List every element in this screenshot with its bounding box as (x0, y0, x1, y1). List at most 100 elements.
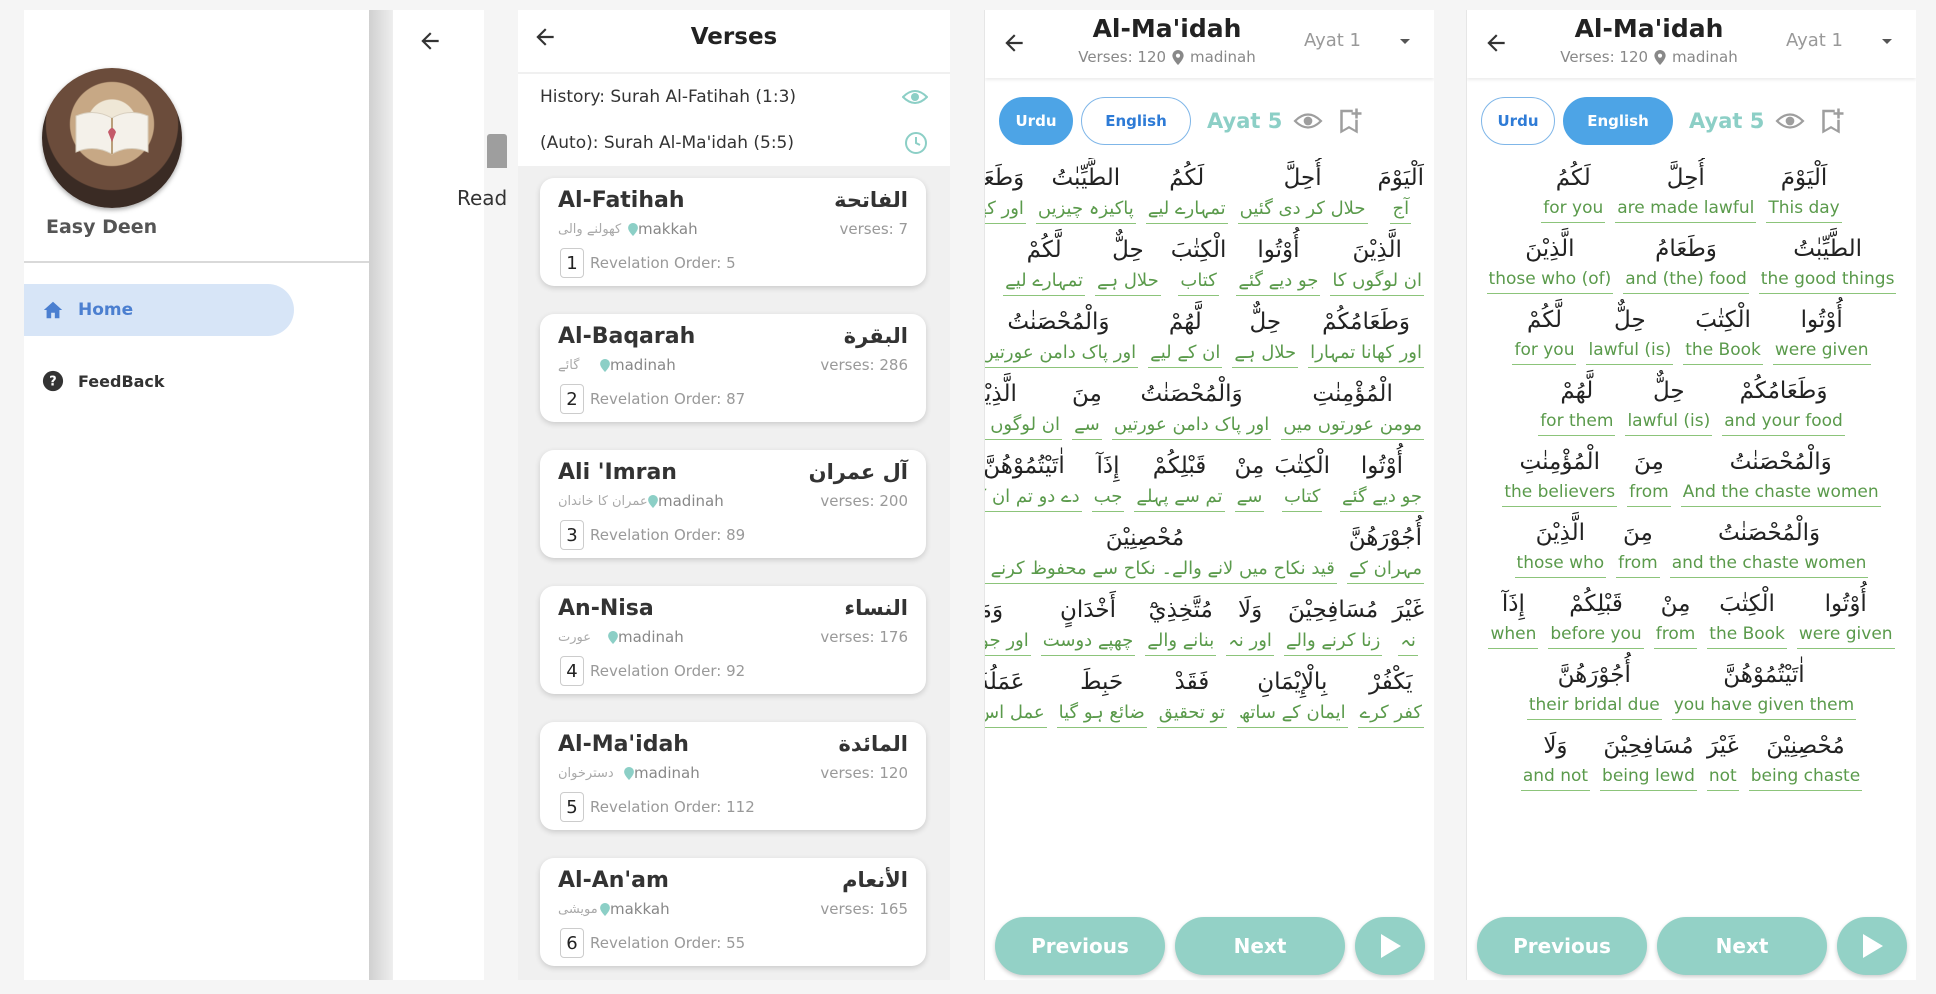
word-pair[interactable]: الْكِتٰبَ کتاب (1274, 446, 1330, 512)
eye-icon[interactable] (902, 85, 928, 109)
word-pair[interactable]: أُجُوْرَهُنَّ مہران کے (1346, 518, 1424, 584)
word-pair[interactable]: قَبْلِكُمْ before you (1548, 584, 1644, 649)
word-pair[interactable]: الَّذِيْنَ ان لوگوں میں سے (985, 374, 1063, 440)
drawer-item-home[interactable]: Home (24, 284, 294, 336)
bookmark-add-icon[interactable] (1334, 106, 1364, 136)
bookmark-add-icon[interactable] (1816, 106, 1846, 136)
word-pair[interactable]: وَطَعَامُكُمْ and your food (1722, 371, 1845, 436)
ayat-dropdown[interactable]: Ayat 1 (1786, 30, 1894, 51)
word-pair[interactable]: الَّذِيْنَ ان لوگوں کا (1330, 230, 1424, 296)
word-pair[interactable]: وَلَا and not (1520, 726, 1591, 791)
arabic-word: فَقَدْ (1174, 669, 1210, 695)
arabic-word: وَالْمُحْصَنٰتُ (1140, 381, 1243, 407)
word-pair[interactable]: حَبِطَ ضائع ہو گیا (1056, 662, 1147, 728)
word-pair[interactable]: يَكْفُرْ کفر کرے (1357, 662, 1424, 728)
ayat-dropdown[interactable]: Ayat 1 (1304, 30, 1412, 51)
word-pair[interactable]: لَّكُمْ تمہارے لیے (1003, 230, 1086, 296)
word-pair[interactable]: لَّهُمْ for them (1538, 371, 1616, 436)
word-pair[interactable]: مُحْصِنِيْنَ قید نکاح میں لانے والے۔ نکاح… (985, 518, 1337, 584)
word-pair[interactable]: وَطَعَامُ and (the) food (1623, 229, 1749, 294)
word-pair[interactable]: إِذَآ جب (1091, 446, 1125, 512)
drawer-item-feedback[interactable]: ? FeedBack (24, 358, 294, 404)
word-pair[interactable]: اَلْيَوْمَ This day (1766, 158, 1842, 223)
word-pair[interactable]: أُوْتُوا were given (1796, 584, 1895, 649)
word-pair[interactable]: أُوْتُوا were given (1772, 300, 1871, 365)
word-pair[interactable]: وَالْمُحْصَنٰتُ And the chaste women (1680, 442, 1881, 507)
urdu-toggle[interactable]: Urdu (999, 97, 1073, 145)
back-arrow-icon[interactable] (1483, 30, 1509, 56)
word-pair[interactable]: لَّكُمْ for you (1512, 300, 1577, 365)
word-pair[interactable]: اَلْيَوْمَ آج (1378, 158, 1424, 224)
word-pair[interactable]: الْكِتٰبَ the Book (1683, 300, 1763, 365)
eye-icon[interactable] (1290, 108, 1326, 134)
word-pair[interactable]: غَيْرَ نہ (1392, 590, 1424, 656)
word-pair[interactable]: وَلَا اور نہ (1226, 590, 1274, 656)
history-row[interactable]: History: Surah Al-Fatihah (1:3) (518, 74, 950, 120)
surah-card[interactable]: Ali 'Imran آل عمران عمران کا خاندان madinah… (540, 450, 926, 558)
word-pair[interactable]: وَالْمُحْصَنٰتُ and the chaste women (1669, 513, 1869, 578)
english-toggle[interactable]: English (1081, 97, 1191, 145)
next-button[interactable]: Next (1657, 917, 1827, 975)
word-pair[interactable]: وَطَعَامُ اور کھانا (985, 158, 1026, 224)
word-pair[interactable]: الْمُؤْمِنٰتِ مومن عورتوں میں (1281, 374, 1424, 440)
english-toggle[interactable]: English (1563, 97, 1673, 145)
word-pair[interactable]: الْمُؤْمِنٰتِ the believers (1502, 442, 1618, 507)
word-pair[interactable]: وَطَعَامُكُمْ اور کھانا تمہارا (1308, 302, 1424, 368)
word-pair[interactable]: غَيْرَ not (1706, 726, 1739, 791)
word-pair[interactable]: مِنْ سے (1235, 446, 1264, 512)
eye-icon[interactable] (1772, 108, 1808, 134)
previous-button[interactable]: Previous (1477, 917, 1647, 975)
word-pair[interactable]: أُوْتُوا جو دیے گئے (1236, 230, 1321, 296)
play-button[interactable] (1355, 917, 1425, 975)
word-pair[interactable]: عَمَلُهٗ عمل اس کا (985, 662, 1047, 728)
word-pair[interactable]: مُسَافِحِيْنَ being lewd (1600, 726, 1697, 791)
auto-history-row[interactable]: (Auto): Surah Al-Ma'idah (5:5) (518, 120, 950, 166)
surah-card[interactable]: Al-An'am الأنعام مویشی makkah verses: 165 6 Re… (540, 858, 926, 966)
clock-icon[interactable] (904, 131, 928, 155)
play-button[interactable] (1837, 917, 1907, 975)
word-pair[interactable]: الْكِتٰبَ the Book (1707, 584, 1787, 649)
word-pair[interactable]: الَّذِيْنَ those who (1514, 513, 1607, 578)
word-pair[interactable]: الطَّيِّبٰتُ the good things (1758, 229, 1897, 294)
word-pair[interactable]: وَالْمُحْصَنٰتُ اور پاک دامن عورتیں (985, 302, 1139, 368)
word-pair[interactable]: لَّهُمْ ان کے لیے (1148, 302, 1223, 368)
word-pair[interactable]: حِلٌّ lawful (is) (1586, 300, 1674, 365)
word-pair[interactable]: مِنَ from (1616, 513, 1660, 578)
word-pair[interactable]: بِالْإِيْمَانِ ایمان کے ساتھ (1236, 662, 1348, 728)
urdu-toggle[interactable]: Urdu (1481, 97, 1555, 145)
word-pair[interactable]: مِنْ from (1653, 584, 1698, 649)
word-pair[interactable]: أُحِلَّ حلال کر دی گئیں (1237, 158, 1368, 224)
surah-card[interactable]: Al-Baqarah البقرة گائے madinah verses: 286 2 R… (540, 314, 926, 422)
word-pair[interactable]: قَبْلِكُمْ تم سے پہلے (1134, 446, 1225, 512)
word-pair[interactable]: وَمَنْ اور جو کوئی (985, 590, 1031, 656)
surah-card[interactable]: Al-Ma'idah المائدة دسترخوان madinah verses: … (540, 722, 926, 830)
word-pair[interactable]: مُسَافِحِيْنَ زنا کرنے والے (1283, 590, 1383, 656)
word-pair[interactable]: مِنَ سے (1072, 374, 1102, 440)
word-pair[interactable]: الطَّيِّبٰتُ پاکیزہ چیزیں (1035, 158, 1136, 224)
word-pair[interactable]: لَكُمُ تمہارے لیے (1145, 158, 1228, 224)
word-pair[interactable]: حِلٌّ lawful (is) (1625, 371, 1713, 436)
word-pair[interactable]: اٰتَيْتُمُوْهُنَّ دے دو تم ان کو (985, 446, 1082, 512)
word-pair[interactable]: أُوْتُوا جو دیے گئے (1340, 446, 1424, 512)
word-pair[interactable]: مُتَّخِذِيْٓ بنانے والے (1145, 590, 1217, 656)
previous-button[interactable]: Previous (995, 917, 1165, 975)
word-pair[interactable]: مِنَ from (1627, 442, 1671, 507)
word-pair[interactable]: أَخْدَانٍ چھپے دوست (1040, 590, 1136, 656)
word-pair[interactable]: إِذَآ when (1488, 584, 1539, 649)
word-pair[interactable]: أُجُوْرَهُنَّ their bridal due (1526, 655, 1662, 720)
word-pair[interactable]: حِلٌّ حلال ہے (1232, 302, 1299, 368)
surah-card[interactable]: An-Nisa النساء عورت madinah verses: 176 4 Reve… (540, 586, 926, 694)
word-pair[interactable]: الَّذِيْنَ those who (of) (1486, 229, 1614, 294)
word-pair[interactable]: وَالْمُحْصَنٰتُ اور پاک دامن عورتیں (1111, 374, 1272, 440)
word-pair[interactable]: اٰتَيْتُمُوْهُنَّ you have given them (1671, 655, 1857, 720)
word-pair[interactable]: حِلٌّ حلال ہے (1095, 230, 1161, 296)
word-pair[interactable]: مُحْصِنِيْنَ being chaste (1748, 726, 1863, 791)
next-button[interactable]: Next (1175, 917, 1345, 975)
back-arrow-icon[interactable] (1001, 30, 1027, 56)
back-arrow-icon[interactable] (417, 28, 443, 54)
word-pair[interactable]: الْكِتٰبَ کتاب (1171, 230, 1226, 296)
word-pair[interactable]: أُحِلَّ are made lawful (1615, 158, 1757, 223)
word-pair[interactable]: لَكُمُ for you (1541, 158, 1606, 223)
word-pair[interactable]: فَقَدْ تو تحقیق (1156, 662, 1227, 728)
surah-card[interactable]: Al-Fatihah الفاتحة کھولنے والی makkah verses… (540, 178, 926, 286)
